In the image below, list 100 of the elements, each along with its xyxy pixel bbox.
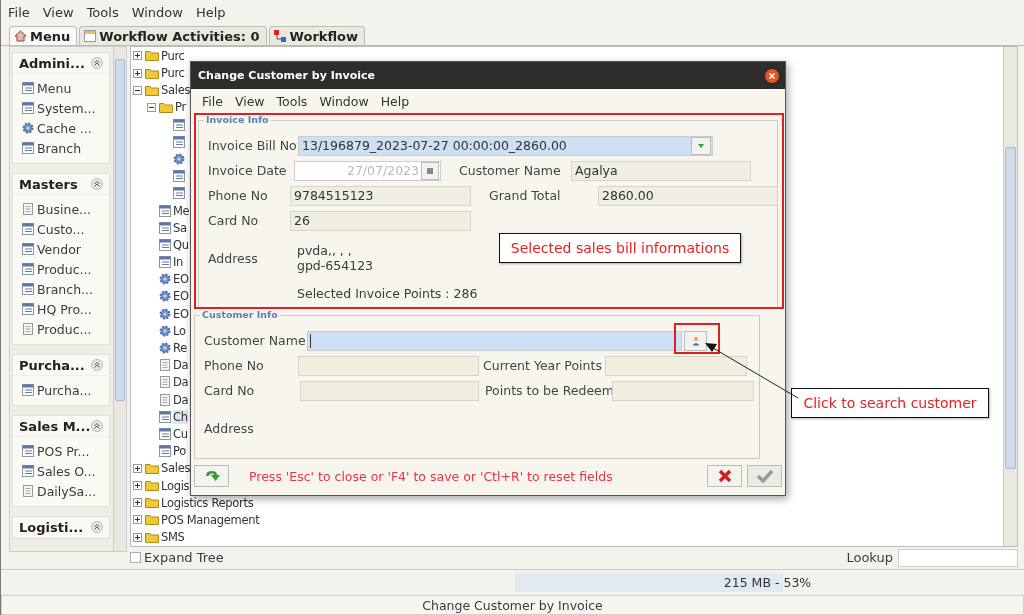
tab[interactable]: Workflow Activities: 0 (79, 26, 267, 46)
tree-item[interactable]: Purc (161, 66, 185, 81)
sidebar-item[interactable]: Produc... (22, 259, 109, 280)
memory-text: 215 MB - 53% (723, 575, 812, 590)
menubar-entry[interactable]: Window (131, 5, 183, 21)
expander-icon[interactable] (133, 481, 142, 491)
sidebar-item[interactable]: Custo... (22, 219, 109, 240)
close-icon[interactable] (765, 68, 779, 83)
sidebar-item[interactable]: Branch... (22, 279, 109, 300)
tree-item[interactable]: Logistics Reports (161, 495, 254, 510)
menubar-entry[interactable]: Help (380, 93, 410, 109)
expander-icon[interactable] (133, 51, 142, 61)
sidebar-item[interactable]: Sales O... (22, 461, 109, 482)
tree-item[interactable]: Cu (173, 427, 188, 441)
form-icon (22, 283, 34, 296)
collapse-icon[interactable] (91, 178, 103, 191)
tree-item[interactable]: EO (173, 306, 189, 321)
expander-icon[interactable] (147, 102, 156, 112)
menubar-entry[interactable]: View (234, 93, 265, 109)
collapse-icon[interactable] (91, 521, 103, 534)
input-field[interactable] (300, 380, 479, 401)
tab[interactable]: Menu (9, 26, 78, 46)
tree-item[interactable]: Ch (173, 409, 188, 424)
tree-item[interactable]: Qu (173, 237, 189, 252)
sidebar-item[interactable]: Menu (22, 78, 109, 99)
refresh-button[interactable] (194, 465, 229, 487)
expander-icon[interactable] (133, 498, 142, 508)
scrollbar[interactable] (113, 47, 126, 552)
menubar-entry[interactable]: Help (195, 5, 226, 21)
tree-item[interactable]: Po (173, 444, 186, 459)
tab[interactable]: Workflow (268, 26, 366, 46)
tree-item[interactable]: Da (173, 358, 189, 373)
lookup-field[interactable] (898, 548, 1018, 567)
address-line: pvda,, , , (297, 243, 353, 258)
tree-item[interactable]: EO (173, 289, 189, 304)
tree-item[interactable]: Sa (173, 220, 187, 235)
tree-item[interactable]: Pr (175, 100, 186, 115)
menubar-entry[interactable]: File (202, 93, 223, 109)
invoice-bill-dropdown[interactable]: 13/196879_2023-07-27 00:00:00_2860.00 (298, 135, 713, 156)
input-field[interactable]: Agalya (571, 160, 751, 181)
input-field[interactable]: 26 (290, 210, 471, 231)
sidebar-item[interactable]: Purcha... (22, 380, 109, 401)
form-icon (159, 428, 171, 440)
cancel-button[interactable] (707, 465, 742, 487)
dropdown-button[interactable] (691, 136, 711, 155)
sidebar-item[interactable]: DailySa... (22, 481, 109, 502)
highlight-frame (674, 323, 720, 354)
tree-item[interactable]: Lo (173, 323, 186, 338)
sidebar-item[interactable]: POS Pr... (22, 441, 109, 462)
menubar-entry[interactable]: Tools (276, 93, 308, 109)
person-icon (690, 335, 701, 346)
expander-icon[interactable] (133, 68, 142, 78)
tree-item[interactable]: Re (173, 341, 187, 356)
expander-icon[interactable] (133, 515, 142, 525)
sidebar-item[interactable]: Produc... (22, 319, 109, 340)
menubar-entry[interactable]: View (42, 5, 74, 21)
expander-icon[interactable] (133, 463, 142, 473)
tree-item[interactable]: Sales (161, 461, 191, 476)
menubar-entry[interactable]: Tools (86, 5, 119, 21)
sidebar-item[interactable]: Cache ... (22, 118, 109, 139)
sidebar-item[interactable]: Vendor (22, 239, 109, 260)
scrollbar[interactable] (1003, 47, 1017, 546)
form-icon (22, 243, 34, 256)
menubar-entry[interactable]: File (8, 5, 30, 21)
tree-item[interactable]: Me (173, 203, 190, 218)
input-field[interactable] (605, 355, 747, 376)
form-icon (22, 384, 34, 397)
input-field[interactable]: 9784515123 (290, 185, 471, 206)
sidebar-item[interactable]: Busine... (22, 199, 109, 220)
form-icon (173, 170, 185, 183)
sidebar-item[interactable]: Branch (22, 138, 109, 159)
collapse-icon[interactable] (91, 57, 103, 70)
tree-item[interactable]: POS Management (161, 512, 260, 527)
tree-item[interactable]: Da (173, 375, 189, 390)
window-icon (84, 30, 97, 43)
tree-item[interactable]: In (173, 255, 184, 270)
tree-item[interactable]: Sales (161, 83, 191, 98)
customer-name-field[interactable] (307, 330, 682, 351)
document-icon (159, 376, 171, 389)
expand-tree-checkbox[interactable]: Expand Tree (130, 550, 224, 566)
input-field[interactable]: 2860.00 (598, 185, 778, 206)
tree-item[interactable]: SMS (161, 530, 185, 545)
form-icon (22, 465, 34, 478)
expander-icon[interactable] (133, 532, 142, 542)
tree-item[interactable]: Purc (161, 48, 185, 63)
form-icon (159, 221, 171, 234)
menubar-entry[interactable]: Window (319, 93, 369, 109)
tree-item[interactable]: EO (173, 272, 189, 287)
input-field[interactable] (298, 355, 479, 376)
folder-icon (145, 497, 159, 509)
address-line: gpd-654123 (297, 258, 374, 273)
collapse-icon[interactable] (91, 359, 103, 372)
sidebar-item[interactable]: System... (22, 98, 109, 119)
tree-item[interactable]: Da (173, 392, 189, 407)
collapse-icon[interactable] (91, 420, 103, 433)
sidebar-item[interactable]: HQ Pro... (22, 299, 109, 320)
callout: Selected sales bill informations (499, 233, 741, 263)
expander-icon[interactable] (133, 85, 142, 95)
tree-item[interactable]: Logis (161, 478, 190, 493)
input-field[interactable] (612, 380, 754, 401)
